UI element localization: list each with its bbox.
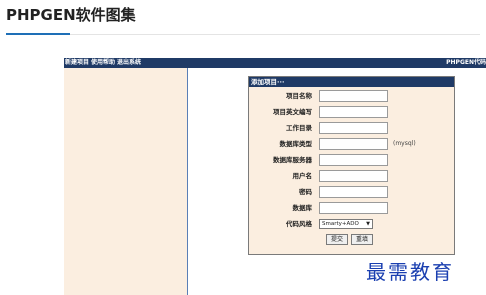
submit-button[interactable]: 提交 <box>326 234 348 245</box>
field-row-project-english-name: 项目英文编写 <box>249 105 454 119</box>
db-type-input[interactable] <box>319 138 388 150</box>
field-row-db-type: 数据库类型 (mysql) <box>249 137 454 151</box>
field-row-code-style: 代码风格 Smarty+ADO ▼ <box>249 217 454 231</box>
field-row-password: 密码 <box>249 185 454 199</box>
add-project-form: 添加项目··· 项目名称 项目英文编写 工作目录 数据库类型 (mysql) 数… <box>248 76 455 255</box>
menu-item-new-project[interactable]: 新建项目 <box>65 59 89 66</box>
db-type-hint: (mysql) <box>393 140 416 147</box>
watermark: 最需教育 <box>366 260 454 284</box>
reset-button[interactable]: 重填 <box>351 234 373 245</box>
project-english-name-input[interactable] <box>319 106 388 118</box>
field-label: 用户名 <box>292 172 313 180</box>
title-underline <box>6 33 70 35</box>
field-label: 代码风格 <box>286 220 312 228</box>
project-name-input[interactable] <box>319 90 388 102</box>
title-divider <box>70 34 480 35</box>
field-label: 数据库 <box>292 204 313 212</box>
top-menu-bar: 新建项目 使用帮助 退出系统 PHPGEN代码 <box>64 58 486 68</box>
chevron-down-icon: ▼ <box>366 221 370 227</box>
field-row-work-dir: 工作目录 <box>249 121 454 135</box>
db-server-input[interactable] <box>319 154 388 166</box>
field-row-username: 用户名 <box>249 169 454 183</box>
field-row-project-name: 项目名称 <box>249 89 454 103</box>
main-menu: 新建项目 使用帮助 退出系统 <box>65 58 143 68</box>
form-header: 添加项目··· <box>249 77 454 87</box>
database-input[interactable] <box>319 202 388 214</box>
password-input[interactable] <box>319 186 388 198</box>
field-label: 工作目录 <box>286 124 312 132</box>
field-label: 项目名称 <box>286 92 312 100</box>
code-style-select[interactable]: Smarty+ADO ▼ <box>319 219 373 229</box>
field-label: 密码 <box>299 188 312 196</box>
brand-title: PHPGEN代码 <box>446 59 486 66</box>
field-label: 项目英文编写 <box>273 108 312 116</box>
field-row-db-server: 数据库服务器 <box>249 153 454 167</box>
left-panel <box>64 68 188 295</box>
page-title: PHPGEN软件图集 <box>6 6 136 24</box>
field-label: 数据库服务器 <box>273 156 312 164</box>
field-row-database: 数据库 <box>249 201 454 215</box>
field-label: 数据库类型 <box>279 140 313 148</box>
code-style-selected: Smarty+ADO <box>322 221 359 227</box>
menu-item-help[interactable]: 使用帮助 <box>91 59 115 66</box>
work-dir-input[interactable] <box>319 122 388 134</box>
username-input[interactable] <box>319 170 388 182</box>
menu-item-logout[interactable]: 退出系统 <box>117 59 141 66</box>
